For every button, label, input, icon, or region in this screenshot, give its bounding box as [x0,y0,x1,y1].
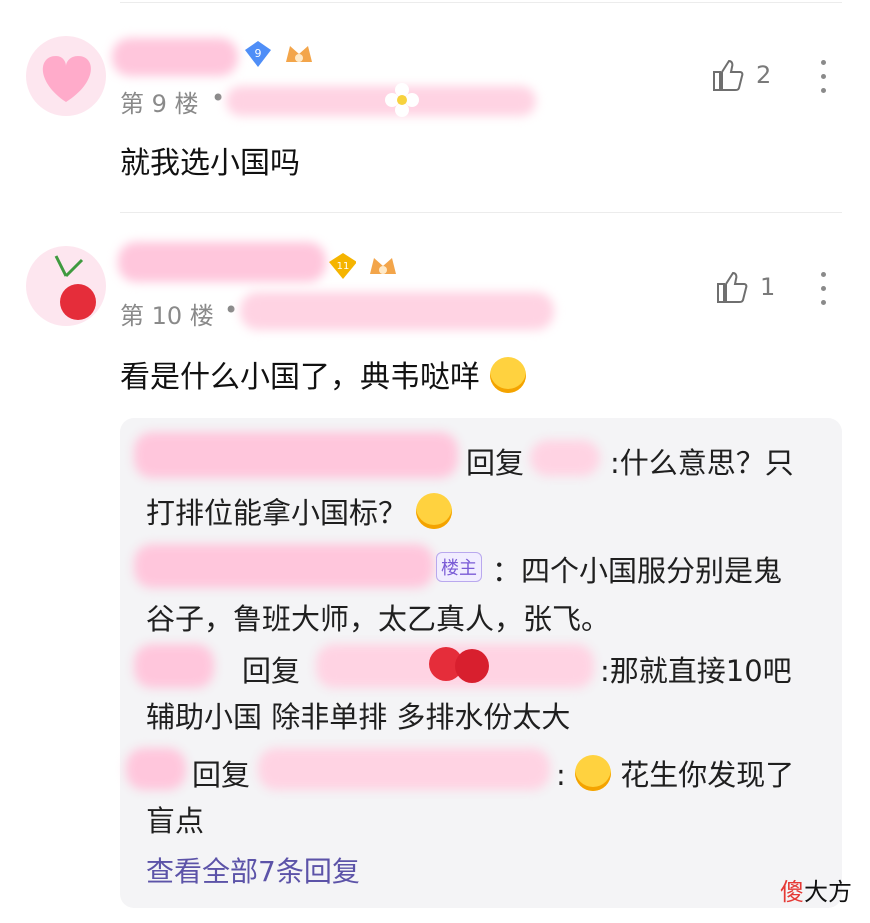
grin-emoji-icon [489,357,526,393]
reply-text: : 花生你发现了 [556,752,794,794]
reply-text-cont: 辅助小国 除非单排 多排水份太大 [146,700,571,734]
floor-number: 第 9 楼 [120,90,199,118]
separator-dot: • [211,84,226,112]
view-all-replies-link[interactable]: 查看全部7条回复 [146,850,360,890]
like-button[interactable]: 2 [710,58,771,92]
thumbs-up-icon [713,59,744,91]
reply-text: :什么意思？只 [610,446,794,480]
level-badge: 11 [328,252,356,280]
username-obscured[interactable] [134,432,458,478]
confused-emoji-icon [416,493,453,529]
honor-icon [284,40,312,68]
comment-text: 看是什么小国了，典韦哒咩 [120,352,526,396]
more-options-icon[interactable] [821,272,829,314]
replies-panel: 回复 :什么意思？只 打排位能拿小国标？ 楼主 ：四个小国服分别是鬼 谷子，鲁班… [120,418,842,908]
username-obscured[interactable] [134,544,434,588]
cherry-icon [426,640,496,690]
user-info-obscured [226,86,536,116]
level-badge: 9 [244,40,272,68]
floor-number: 第 10 楼 [120,302,214,330]
svg-text:9: 9 [255,47,262,60]
username-obscured[interactable] [118,242,326,282]
thumbs-up-icon [717,271,748,303]
divider-top [120,2,842,3]
reply-word: 回复 [466,446,525,480]
heart-icon [42,56,91,102]
like-count: 1 [760,273,776,301]
reply-text: ：四个小国服分别是鬼 [492,554,783,588]
watermark: 傻大方 [780,878,852,906]
reply-word: 回复 [192,758,251,792]
username-obscured[interactable] [126,748,186,790]
flower-icon [384,82,420,122]
username-obscured[interactable] [134,644,214,688]
laughing-emoji-icon [575,755,611,791]
separator-dot: • [224,296,239,324]
username-obscured[interactable] [258,748,550,790]
reply-text-cont: 盲点 [146,804,205,838]
cherry-icon [54,255,96,320]
reply-text-cont: 谷子，鲁班大师，太乙真人，张飞。 [146,602,611,636]
like-count: 2 [756,61,772,89]
honor-icon [368,252,396,280]
svg-text:11: 11 [337,261,350,272]
reply-word: 回复 [242,654,301,688]
host-badge: 楼主 [436,552,482,582]
avatar[interactable] [26,246,106,326]
username-obscured[interactable] [112,38,238,76]
username-obscured[interactable] [530,440,600,476]
like-button[interactable]: 1 [714,270,775,304]
comment-text: 就我选小国吗 [120,146,300,181]
user-info-obscured [240,292,554,330]
reply-text-cont: 打排位能拿小国标？ [146,490,453,532]
avatar[interactable] [26,36,106,116]
more-options-icon[interactable] [821,60,829,102]
reply-text: :那就直接10吧 [600,654,792,688]
divider [120,212,842,213]
